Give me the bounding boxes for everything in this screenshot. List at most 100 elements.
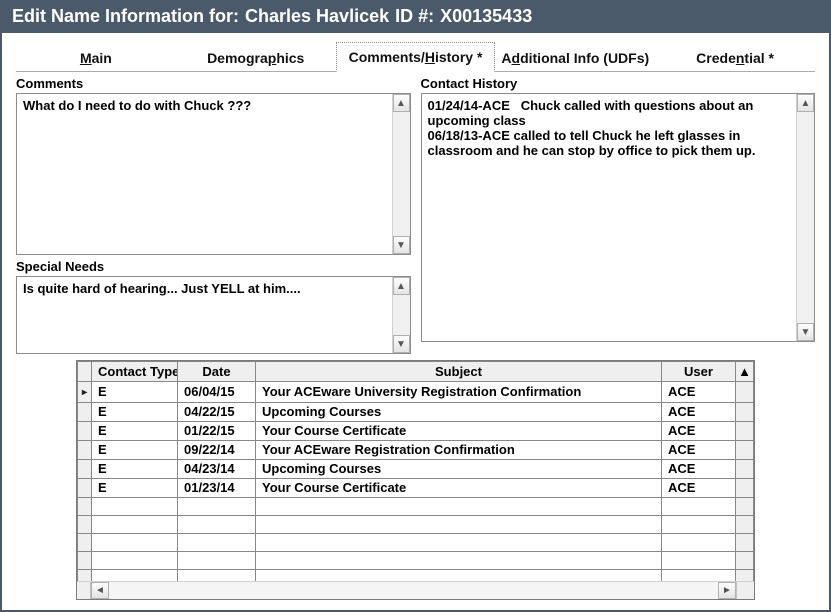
comments-scrollbar[interactable]: ▲ ▼ xyxy=(392,94,410,254)
row-header-blank xyxy=(78,362,92,382)
grid-vscroll-cell[interactable] xyxy=(736,441,754,460)
row-selector xyxy=(78,534,92,552)
title-prefix: Edit Name Information for: xyxy=(12,6,239,27)
grid-hscrollbar[interactable]: ◄ ► xyxy=(77,581,754,599)
scroll-left-icon[interactable]: ◄ xyxy=(91,582,109,599)
table-row-empty xyxy=(78,498,754,516)
grid-vscroll-cell[interactable] xyxy=(736,382,754,403)
scroll-right-icon[interactable]: ► xyxy=(718,582,736,599)
scroll-down-icon[interactable]: ▼ xyxy=(393,236,410,254)
scroll-up-icon[interactable]: ▲ xyxy=(393,277,410,295)
cell-contact-type[interactable]: E xyxy=(92,403,178,422)
row-selector[interactable] xyxy=(78,479,92,498)
row-selector[interactable] xyxy=(78,382,92,403)
scroll-up-icon[interactable]: ▲ xyxy=(393,94,410,112)
tab-2[interactable]: Comments/History * xyxy=(336,42,496,72)
grid-vscroll-head[interactable]: ▲ xyxy=(736,362,754,382)
special-needs-text: Is quite hard of hearing... Just YELL at… xyxy=(23,281,301,296)
table-row[interactable]: E04/22/15Upcoming CoursesACE xyxy=(78,403,754,422)
table-row[interactable]: E06/04/15Your ACEware University Registr… xyxy=(78,382,754,403)
cell-contact-type[interactable]: E xyxy=(92,422,178,441)
tab-4[interactable]: Credential * xyxy=(655,43,815,72)
cell-date[interactable]: 09/22/14 xyxy=(178,441,256,460)
row-selector[interactable] xyxy=(78,460,92,479)
grid-vscroll-cell[interactable] xyxy=(736,403,754,422)
contact-history-scrollbar[interactable]: ▲ ▼ xyxy=(796,94,814,341)
title-id-value: X00135433 xyxy=(440,6,532,27)
hscroll-corner xyxy=(77,582,91,599)
cell-user[interactable]: ACE xyxy=(662,382,736,403)
tab-1[interactable]: Demographics xyxy=(176,43,336,72)
col-subject[interactable]: Subject xyxy=(256,362,662,382)
scroll-down-icon[interactable]: ▼ xyxy=(797,323,814,341)
contact-history-textarea[interactable]: 01/24/14-ACE Chuck called with questions… xyxy=(421,93,816,342)
tabbar: MainDemographicsComments/History *Additi… xyxy=(2,33,829,71)
cell-subject[interactable]: Your ACEware University Registration Con… xyxy=(256,382,662,403)
col-user[interactable]: User xyxy=(662,362,736,382)
scroll-up-icon[interactable]: ▲ xyxy=(797,94,814,112)
grid-vscroll-cell[interactable] xyxy=(736,460,754,479)
cell-user[interactable]: ACE xyxy=(662,403,736,422)
cell-subject[interactable]: Upcoming Courses xyxy=(256,460,662,479)
grid-vscroll-cell[interactable] xyxy=(736,422,754,441)
cell-date[interactable]: 06/04/15 xyxy=(178,382,256,403)
comments-textarea[interactable]: What do I need to do with Chuck ??? ▲ ▼ xyxy=(16,93,411,255)
cell-subject[interactable]: Your Course Certificate xyxy=(256,479,662,498)
table-row[interactable]: E01/23/14Your Course CertificateACE xyxy=(78,479,754,498)
contact-grid-panel: Contact Type Date Subject User ▲ E06/04/… xyxy=(76,360,755,600)
grid-vscroll-cell[interactable] xyxy=(736,479,754,498)
cell-date[interactable]: 01/23/14 xyxy=(178,479,256,498)
cell-contact-type[interactable]: E xyxy=(92,441,178,460)
row-selector xyxy=(78,552,92,570)
cell-subject[interactable]: Your ACEware Registration Confirmation xyxy=(256,441,662,460)
table-row-empty xyxy=(78,516,754,534)
cell-user[interactable]: ACE xyxy=(662,441,736,460)
scroll-down-icon[interactable]: ▼ xyxy=(393,335,410,353)
cell-contact-type[interactable]: E xyxy=(92,460,178,479)
table-row[interactable]: E09/22/14Your ACEware Registration Confi… xyxy=(78,441,754,460)
right-column: Contact History 01/24/14-ACE Chuck calle… xyxy=(421,76,816,354)
row-selector[interactable] xyxy=(78,403,92,422)
edit-name-window: Edit Name Information for: Charles Havli… xyxy=(0,0,831,612)
hscroll-corner2 xyxy=(736,582,754,599)
col-date[interactable]: Date xyxy=(178,362,256,382)
cell-user[interactable]: ACE xyxy=(662,422,736,441)
cell-contact-type[interactable]: E xyxy=(92,382,178,403)
col-contact-type[interactable]: Contact Type xyxy=(92,362,178,382)
top-row: Comments What do I need to do with Chuck… xyxy=(16,76,815,354)
row-selector xyxy=(78,516,92,534)
title-id-label: ID #: xyxy=(395,6,434,27)
special-needs-textarea[interactable]: Is quite hard of hearing... Just YELL at… xyxy=(16,276,411,354)
cell-date[interactable]: 01/22/15 xyxy=(178,422,256,441)
cell-user[interactable]: ACE xyxy=(662,460,736,479)
title-name: Charles Havlicek xyxy=(245,6,389,27)
cell-contact-type[interactable]: E xyxy=(92,479,178,498)
grid-header-row: Contact Type Date Subject User ▲ xyxy=(78,362,754,382)
special-scrollbar[interactable]: ▲ ▼ xyxy=(392,277,410,353)
cell-subject[interactable]: Upcoming Courses xyxy=(256,403,662,422)
cell-user[interactable]: ACE xyxy=(662,479,736,498)
table-row[interactable]: E04/23/14Upcoming CoursesACE xyxy=(78,460,754,479)
cell-date[interactable]: 04/22/15 xyxy=(178,403,256,422)
titlebar: Edit Name Information for: Charles Havli… xyxy=(2,2,829,33)
cell-subject[interactable]: Your Course Certificate xyxy=(256,422,662,441)
contact-history-text: 01/24/14-ACE Chuck called with questions… xyxy=(428,98,757,158)
row-selector[interactable] xyxy=(78,422,92,441)
tab-content: Comments What do I need to do with Chuck… xyxy=(2,72,829,610)
contact-history-label: Contact History xyxy=(421,76,816,91)
row-selector xyxy=(78,570,92,582)
table-row-empty xyxy=(78,570,754,582)
table-row-empty xyxy=(78,534,754,552)
special-needs-group: Special Needs Is quite hard of hearing..… xyxy=(16,259,411,354)
row-selector[interactable] xyxy=(78,441,92,460)
tab-3[interactable]: Additional Info (UDFs) xyxy=(495,43,655,72)
comments-text: What do I need to do with Chuck ??? xyxy=(23,98,251,113)
row-selector xyxy=(78,498,92,516)
hscroll-track[interactable] xyxy=(109,582,718,599)
contact-grid[interactable]: Contact Type Date Subject User ▲ E06/04/… xyxy=(77,361,754,581)
table-row[interactable]: E01/22/15Your Course CertificateACE xyxy=(78,422,754,441)
table-row-empty xyxy=(78,552,754,570)
tab-0[interactable]: Main xyxy=(16,43,176,72)
special-needs-label: Special Needs xyxy=(16,259,411,274)
cell-date[interactable]: 04/23/14 xyxy=(178,460,256,479)
